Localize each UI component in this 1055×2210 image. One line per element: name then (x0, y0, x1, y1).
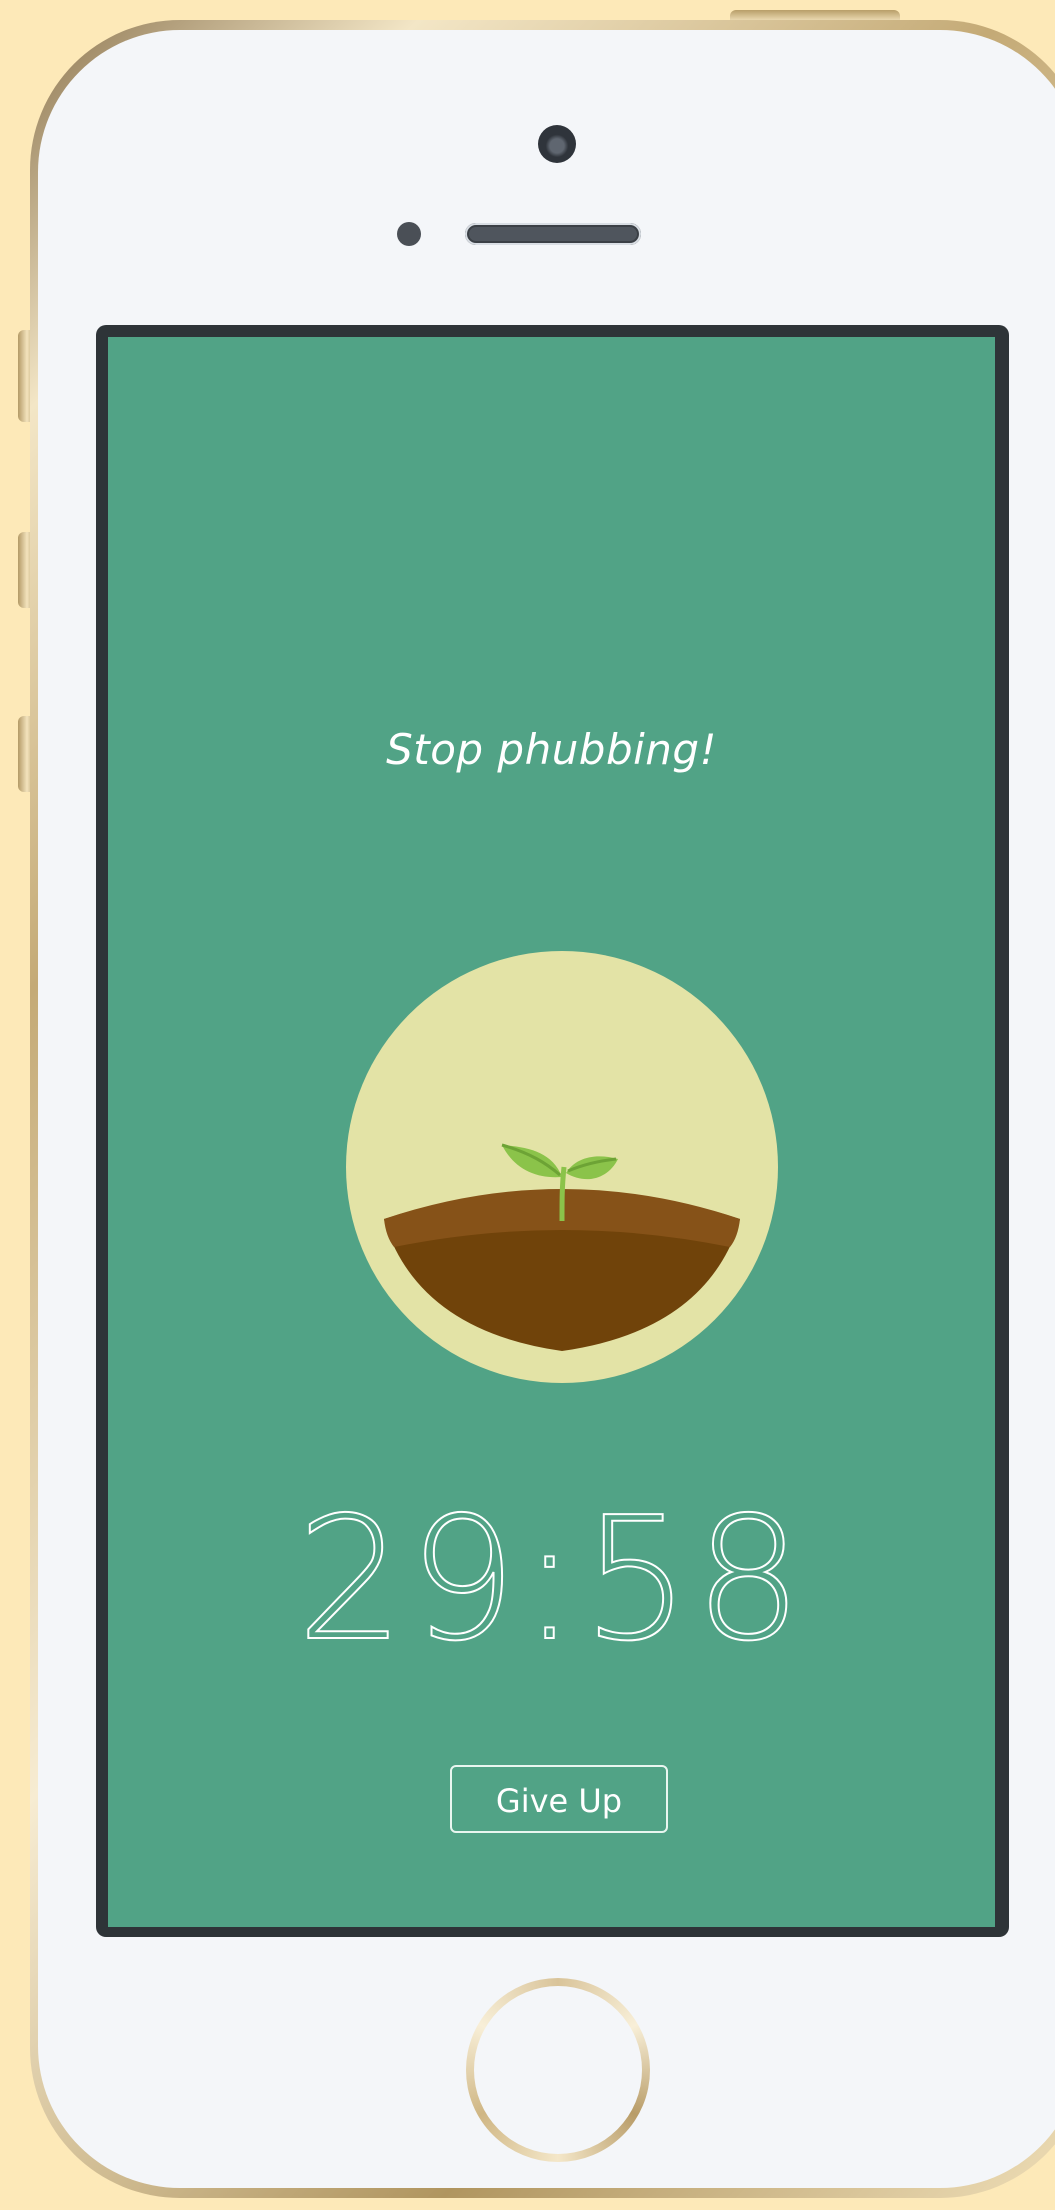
tree-circle (346, 951, 778, 1383)
screen-bezel: Stop phubbing! 29:58 Give Up (96, 325, 1009, 1937)
give-up-button[interactable]: Give Up (450, 1765, 668, 1833)
sprout-in-soil-icon (384, 1143, 740, 1351)
page: Stop phubbing! 29:58 Give Up (0, 0, 1055, 2210)
home-button-face (474, 1986, 642, 2154)
app-screen: Stop phubbing! 29:58 Give Up (108, 337, 995, 1927)
home-button[interactable] (466, 1978, 650, 2162)
motto-text: Stop phubbing! (386, 725, 717, 774)
proximity-sensor (397, 222, 421, 246)
phone-frame: Stop phubbing! 29:58 Give Up (30, 20, 1055, 2198)
earpiece-speaker (465, 223, 641, 245)
countdown-timer: 29:58 (296, 1481, 807, 1679)
front-camera (538, 125, 576, 163)
phone-face: Stop phubbing! 29:58 Give Up (38, 30, 1055, 2188)
